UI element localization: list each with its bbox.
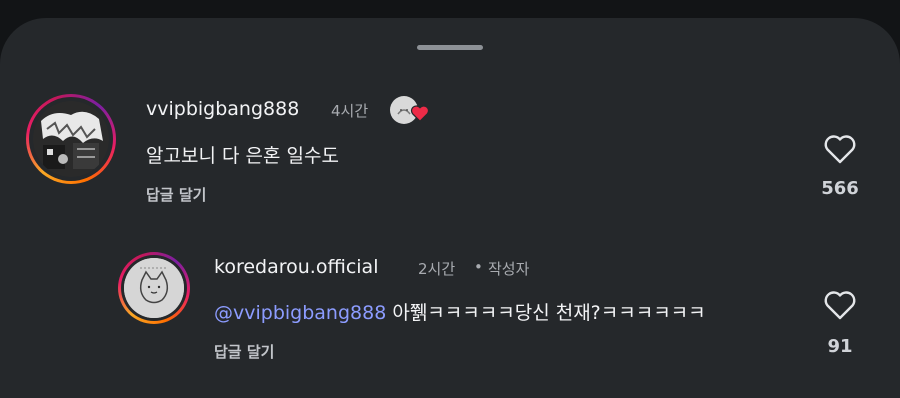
like-count: 91 xyxy=(827,336,853,357)
reply-time: 2시간 xyxy=(418,260,456,278)
comments-sheet xyxy=(0,18,900,398)
like-heart-icon[interactable] xyxy=(822,289,858,321)
comment-username[interactable]: vvipbigbang888 xyxy=(146,98,299,120)
avatar[interactable] xyxy=(26,94,116,184)
comment-text: 알고보니 다 은혼 일수도 xyxy=(146,145,339,167)
reply-username[interactable]: koredarou.official xyxy=(214,256,378,278)
author-badge: 작성자 xyxy=(488,260,530,278)
drag-handle[interactable] xyxy=(417,45,483,50)
like-count: 566 xyxy=(821,178,859,199)
avatar-image xyxy=(124,258,184,318)
reply-body: 아쮉ㅋㅋㅋㅋㅋ당신 천재?ㅋㅋㅋㅋㅋㅋ xyxy=(386,302,706,324)
mention-link[interactable]: @vvipbigbang888 xyxy=(214,302,386,324)
reply-text: @vvipbigbang888 아쮉ㅋㅋㅋㅋㅋ당신 천재?ㅋㅋㅋㅋㅋㅋ xyxy=(214,298,706,325)
avatar-image xyxy=(33,101,109,177)
comment-time: 4시간 xyxy=(331,102,369,120)
like-heart-icon[interactable] xyxy=(822,133,858,165)
liked-by-author-heart-icon xyxy=(410,105,430,122)
reply-button[interactable]: 답글 달기 xyxy=(214,341,274,362)
avatar[interactable] xyxy=(118,252,190,324)
separator-dot: • xyxy=(474,258,483,276)
reply-button[interactable]: 답글 달기 xyxy=(146,184,206,205)
